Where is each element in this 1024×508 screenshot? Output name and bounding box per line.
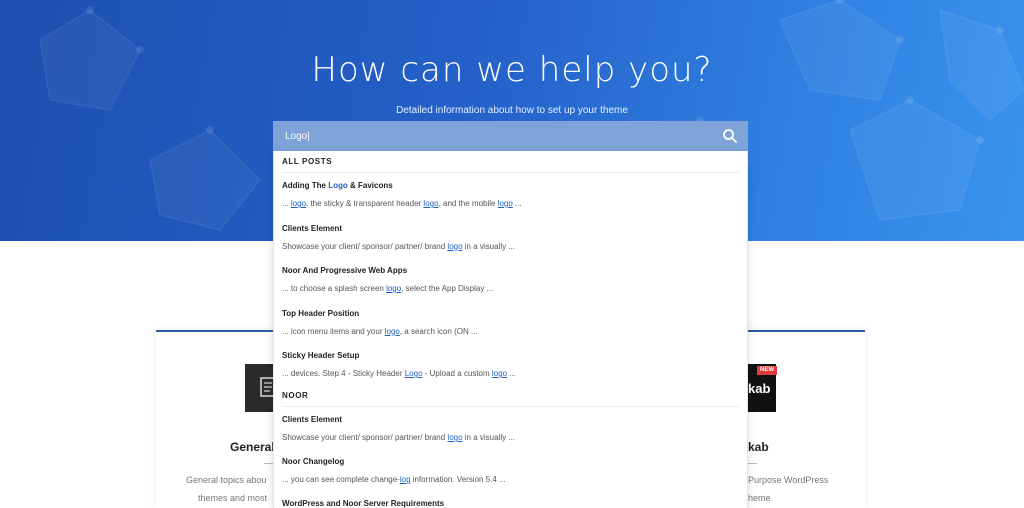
search-result-snippet: ... logo, the sticky & transparent heade…: [282, 199, 522, 208]
search-input[interactable]: [273, 121, 713, 151]
category-title-divider: [264, 463, 273, 464]
search-result-title[interactable]: Noor Changelog: [282, 457, 344, 466]
hero-title: How can we help you?: [311, 50, 713, 90]
category-desc-line1: Purpose WordPress: [748, 475, 829, 485]
search-result-title[interactable]: WordPress and Noor Server Requirements: [282, 499, 444, 508]
search-result-snippet: ... devices. Step 4 - Sticky Header Logo…: [282, 369, 516, 378]
results-group-heading: NOOR: [282, 391, 309, 400]
help-center-page: How can we help you? Detailed informatio…: [0, 0, 1024, 508]
search-icon[interactable]: [722, 128, 738, 144]
search-result-snippet: Showcase your client/ sponsor/ partner/ …: [282, 433, 516, 442]
search-result-snippet: ... to choose a splash screen logo, sele…: [282, 284, 494, 293]
category-logo-text: kab: [748, 381, 771, 396]
search-result-title[interactable]: Clients Element: [282, 415, 342, 424]
search-result-title[interactable]: Top Header Position: [282, 309, 359, 318]
category-title-divider: [748, 463, 757, 464]
hero-subtitle: Detailed information about how to set up…: [396, 105, 628, 116]
results-group-heading: ALL POSTS: [282, 157, 333, 166]
search-result-snippet: ... you can see complete change-log info…: [282, 475, 506, 484]
category-desc-line1: General topics abou: [186, 475, 267, 485]
search-results-dropdown: ALL POSTS NOOR Adding The Logo & Favicon…: [273, 151, 748, 508]
category-desc-line2: heme: [748, 493, 771, 503]
search-result-snippet: Showcase your client/ sponsor/ partner/ …: [282, 241, 516, 251]
category-title-general[interactable]: General: [230, 440, 275, 454]
category-title-right[interactable]: kab: [748, 440, 769, 454]
search-result-title[interactable]: Noor And Progressive Web Apps: [282, 266, 407, 275]
search-bar: [273, 121, 748, 151]
results-group-divider: [282, 172, 740, 173]
category-desc-line2: themes and most: [198, 493, 268, 503]
results-group-divider: [282, 406, 740, 407]
search-result-title[interactable]: Adding The Logo & Favicons: [282, 181, 393, 190]
search-result-title[interactable]: Sticky Header Setup: [282, 351, 359, 360]
search-result-title[interactable]: Clients Element: [282, 224, 342, 233]
new-badge: NEW: [757, 366, 777, 375]
search-result-snippet: ... icon menu items and your logo, a sea…: [282, 326, 478, 336]
